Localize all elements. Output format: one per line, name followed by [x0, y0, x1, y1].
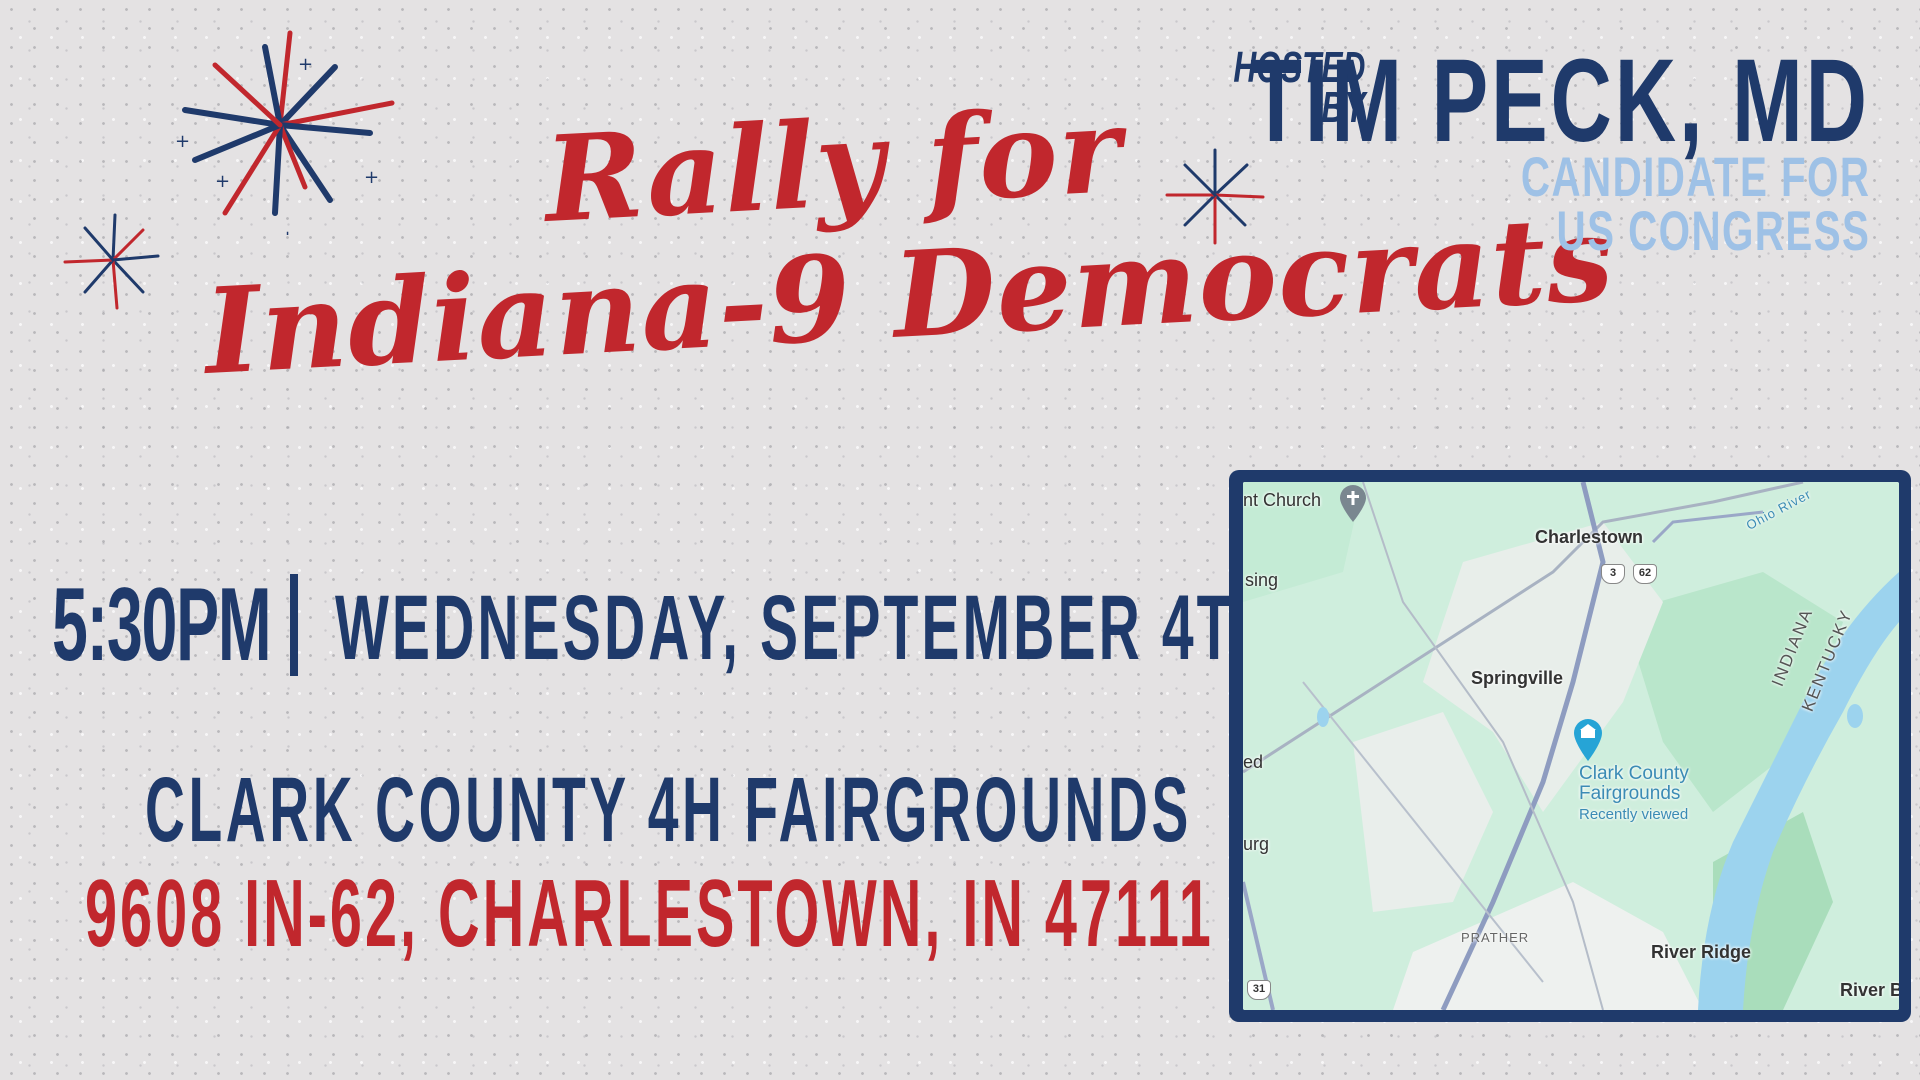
candidate-line-1: CANDIDATE FOR: [1520, 145, 1870, 208]
map-label-river-ridge[interactable]: River Ridge: [1651, 942, 1751, 963]
route-3-shield: 3: [1601, 564, 1625, 584]
map-label-ed: ed: [1243, 752, 1264, 772]
location-map[interactable]: nt Church Charlestown sing Springville e…: [1243, 482, 1899, 1010]
event-time: 5:30PM: [52, 567, 272, 683]
map-label-prather: PRATHER: [1461, 930, 1530, 945]
candidate-subtitle: CANDIDATE FOR US CONGRESS: [1520, 145, 1870, 262]
fairgrounds-line-2: Fairgrounds: [1579, 783, 1681, 804]
time-date-divider: [290, 574, 298, 676]
event-date: WEDNESDAY, SEPTEMBER 4TH: [335, 577, 1279, 679]
map-label-urg: urg: [1243, 834, 1270, 854]
svg-text:+: +: [215, 171, 230, 192]
firework-large-icon: + + + + +: [175, 30, 395, 235]
event-venue: CLARK COUNTY 4H FAIRGROUNDS: [145, 759, 1192, 861]
svg-text:+: +: [175, 131, 190, 152]
map-label-springville[interactable]: Springville: [1471, 668, 1563, 689]
map-label-recently-viewed: Recently viewed: [1579, 806, 1689, 823]
firework-small-left-icon: [63, 213, 160, 310]
svg-text:+: +: [280, 227, 295, 235]
fairgrounds-line-1: Clark County: [1579, 763, 1689, 784]
fairgrounds-pin-icon[interactable]: [1571, 717, 1605, 763]
route-31-shield: 31: [1247, 980, 1271, 1000]
candidate-line-2: US CONGRESS: [1556, 199, 1870, 262]
svg-text:+: +: [364, 167, 379, 188]
route-62-shield: 62: [1633, 564, 1657, 584]
map-label-sing: sing: [1245, 570, 1279, 590]
host-name: TIM PECK, MD: [1250, 35, 1870, 167]
event-address: 9608 IN-62, CHARLESTOWN, IN 47111: [85, 860, 1214, 967]
map-label-fairgrounds[interactable]: Clark County Fairgrounds: [1579, 764, 1689, 804]
map-label-church: nt Church: [1243, 490, 1322, 510]
svg-text:+: +: [298, 54, 313, 75]
map-label-charlestown[interactable]: Charlestown: [1535, 527, 1643, 548]
church-icon: [1340, 485, 1366, 522]
map-label-river-b: River B: [1840, 980, 1899, 1000]
